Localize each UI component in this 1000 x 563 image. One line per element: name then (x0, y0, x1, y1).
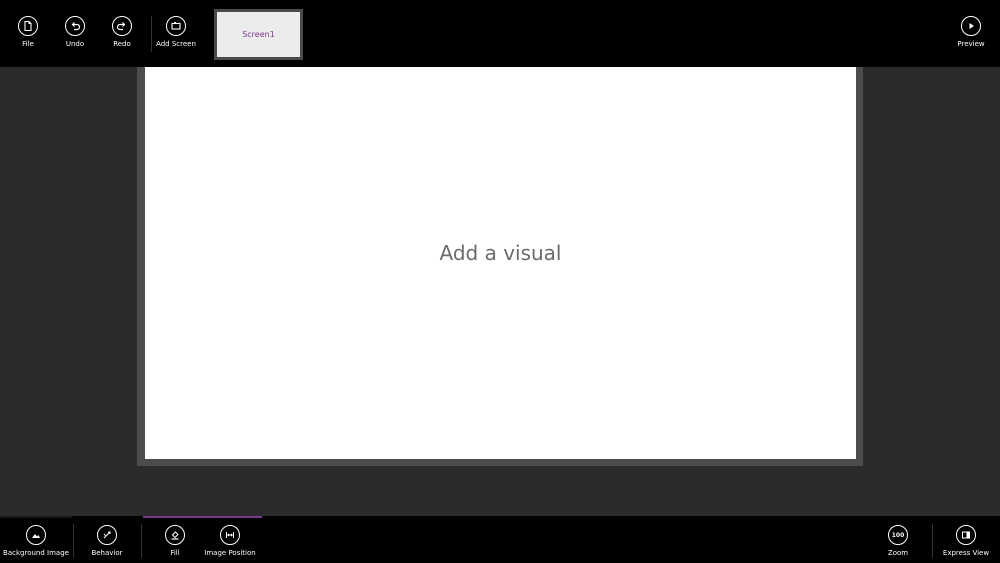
express-view-label: Express View (942, 549, 990, 557)
canvas-placeholder: Add a visual (439, 241, 562, 265)
fill-icon (165, 525, 185, 545)
undo-button[interactable]: Undo (51, 0, 99, 56)
zoom-indicator: 100 (888, 525, 908, 545)
background-image-label: Background Image (3, 549, 69, 557)
express-view-button[interactable]: Express View (942, 516, 990, 563)
image-icon (26, 525, 46, 545)
fill-button[interactable]: Fill (151, 516, 199, 563)
play-icon (961, 16, 981, 36)
image-position-button[interactable]: Image Position (202, 516, 258, 563)
design-canvas[interactable]: Add a visual (145, 67, 856, 459)
screen-thumbnail-label: Screen1 (217, 12, 300, 57)
redo-label: Redo (113, 40, 131, 48)
add-screen-label: Add Screen (156, 40, 196, 48)
file-button[interactable]: File (4, 0, 52, 56)
redo-button[interactable]: Redo (98, 0, 146, 56)
image-position-icon (220, 525, 240, 545)
undo-label: Undo (65, 40, 85, 48)
zoom-label: Zoom (887, 549, 909, 557)
express-view-icon (956, 525, 976, 545)
bottom-divider (141, 524, 142, 558)
bottom-divider (73, 524, 74, 558)
image-position-label: Image Position (204, 549, 256, 557)
behavior-label: Behavior (91, 549, 123, 557)
preview-label: Preview (957, 40, 985, 48)
fill-label: Fill (170, 549, 180, 557)
file-label: File (22, 40, 34, 48)
top-app-bar: File Undo Redo Add Screen Screen1 Previe… (0, 0, 1000, 67)
add-screen-button[interactable]: Add Screen (152, 0, 200, 56)
zoom-value: 100 (891, 531, 905, 539)
bottom-divider (932, 524, 933, 558)
undo-icon (65, 16, 85, 36)
zoom-button[interactable]: 100 Zoom (874, 516, 922, 563)
behavior-button[interactable]: Behavior (83, 516, 131, 563)
bottom-app-bar: Background Image Behavior Fill Image Pos… (0, 516, 1000, 563)
screen-thumbnail-screen1[interactable]: Screen1 (214, 9, 303, 60)
add-screen-icon (166, 16, 186, 36)
preview-button[interactable]: Preview (947, 0, 995, 56)
redo-icon (112, 16, 132, 36)
behavior-icon (97, 525, 117, 545)
file-icon (18, 16, 38, 36)
background-image-button[interactable]: Background Image (2, 516, 70, 563)
